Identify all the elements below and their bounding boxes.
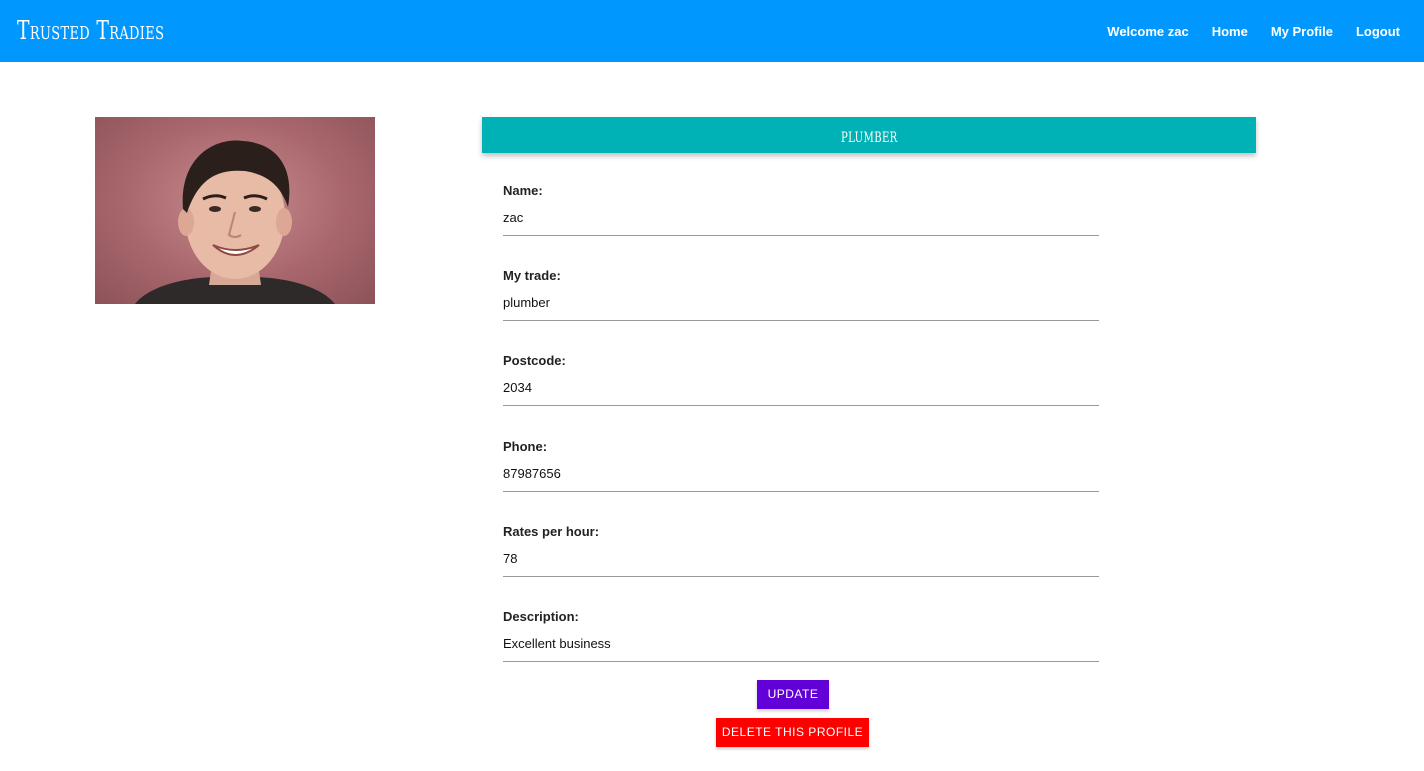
name-label: Name: bbox=[503, 183, 543, 198]
description-label: Description: bbox=[503, 609, 579, 624]
profile-photo-image bbox=[135, 140, 335, 304]
rate-underline bbox=[503, 576, 1099, 577]
phone-underline bbox=[503, 491, 1099, 492]
rate-input[interactable] bbox=[503, 551, 1099, 566]
postcode-label: Postcode: bbox=[503, 353, 566, 368]
brand-logo[interactable]: Trusted Tradies bbox=[17, 16, 164, 46]
trade-title-banner: plumber bbox=[482, 117, 1256, 153]
name-field: Name: bbox=[503, 183, 1099, 238]
name-input[interactable] bbox=[503, 210, 1099, 225]
postcode-input[interactable] bbox=[503, 380, 1099, 395]
welcome-text: Welcome zac bbox=[1107, 23, 1189, 39]
update-button[interactable]: UPDATE bbox=[757, 680, 829, 709]
trade-title: plumber bbox=[840, 123, 898, 147]
profile-photo bbox=[95, 117, 375, 304]
rate-field: Rates per hour: bbox=[503, 524, 1099, 579]
phone-label: Phone: bbox=[503, 439, 548, 454]
delete-profile-button[interactable]: DELETE THIS PROFILE bbox=[716, 718, 869, 747]
description-underline bbox=[503, 661, 1099, 662]
postcode-underline bbox=[503, 405, 1099, 406]
description-field: Description: bbox=[503, 609, 1099, 664]
top-navbar: Trusted Tradies Welcome zac Home My Prof… bbox=[0, 0, 1424, 62]
nav-logout-link[interactable]: Logout bbox=[1356, 24, 1400, 39]
trade-label: My trade: bbox=[503, 268, 561, 283]
trade-field: My trade: bbox=[503, 268, 1099, 323]
trade-underline bbox=[503, 320, 1099, 321]
nav-links: Welcome zac Home My Profile Logout bbox=[1084, 0, 1400, 62]
phone-input[interactable] bbox=[503, 466, 1099, 481]
rate-label: Rates per hour: bbox=[503, 524, 600, 539]
phone-field: Phone: bbox=[503, 439, 1099, 494]
nav-my-profile-link[interactable]: My Profile bbox=[1271, 24, 1333, 39]
nav-home-link[interactable]: Home bbox=[1212, 24, 1248, 39]
description-input[interactable] bbox=[503, 636, 1099, 651]
postcode-field: Postcode: bbox=[503, 353, 1099, 408]
name-underline bbox=[503, 235, 1099, 236]
trade-input[interactable] bbox=[503, 295, 1099, 310]
